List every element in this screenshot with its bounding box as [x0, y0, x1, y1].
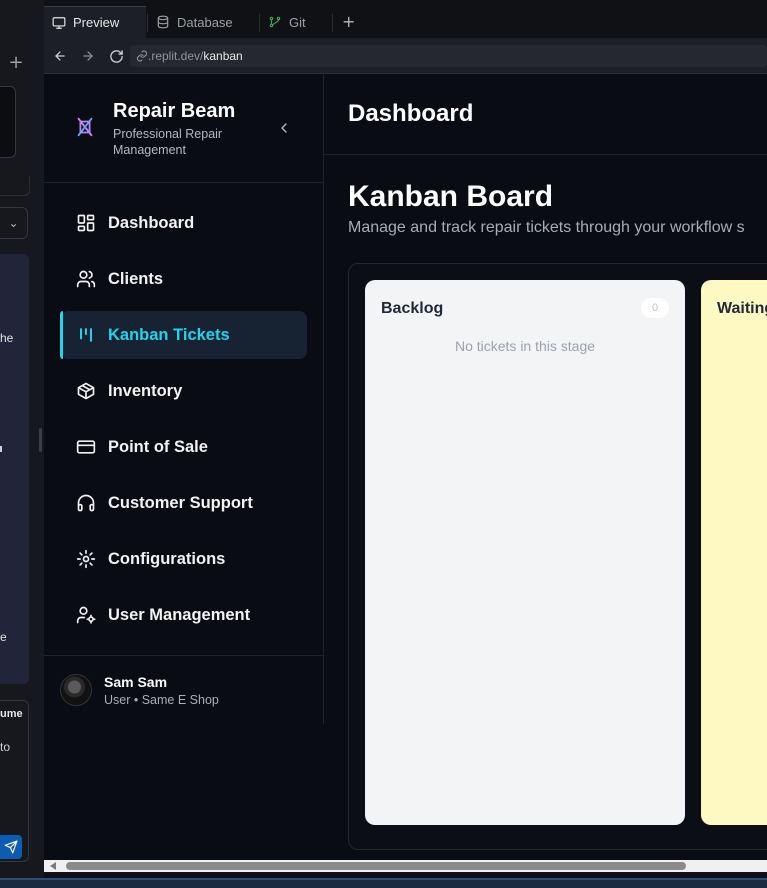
sidebar-item-label: User Management — [108, 605, 251, 624]
url-host: .replit.dev/ — [148, 49, 204, 63]
sidebar-item-kanban-tickets[interactable]: Kanban Tickets — [60, 311, 307, 359]
input-panel-title: ume — [0, 708, 23, 720]
tab-divider — [332, 14, 333, 32]
gear-icon — [76, 549, 96, 569]
user-cog-icon — [76, 606, 96, 624]
send-button[interactable] — [0, 835, 22, 859]
chat-text-fragment: e — [0, 630, 7, 644]
users-icon — [76, 270, 96, 288]
add-pane-button[interactable]: + — [4, 50, 28, 74]
brand-name: Repair Beam — [113, 100, 236, 122]
reload-icon — [109, 49, 123, 63]
column-title: Waiting — [717, 300, 767, 317]
sidebar-user-card[interactable]: Sam Sam User • Same E Shop — [44, 655, 323, 724]
arrow-left-icon — [55, 51, 65, 61]
user-role: User • Same E Shop — [104, 693, 219, 707]
main-header: Dashboard — [324, 74, 767, 155]
credit-card-icon — [76, 440, 96, 454]
headphones-icon — [77, 494, 95, 512]
forward-button[interactable] — [79, 47, 97, 65]
scroll-left-arrow-icon[interactable] — [50, 862, 56, 870]
chat-panel: he e — [0, 254, 29, 684]
scrollbar-thumb[interactable] — [66, 862, 686, 870]
chat-dot — [0, 446, 2, 452]
tab-git[interactable]: Git — [260, 6, 330, 38]
sidebar-item-label: Configurations — [108, 549, 226, 568]
sidebar-item-dashboard[interactable]: Dashboard — [60, 199, 307, 247]
monitor-icon — [52, 16, 66, 29]
sidebar-item-clients[interactable]: Clients — [60, 255, 307, 303]
app-window: Repair Beam Professional Repair Manageme… — [44, 74, 767, 860]
board-title: Kanban Board — [348, 180, 554, 213]
sidebar-item-label: Point of Sale — [108, 437, 208, 456]
page-title: Dashboard — [348, 100, 474, 127]
tab-preview[interactable]: Preview — [44, 6, 146, 38]
sidebar-item-label: Kanban Tickets — [108, 325, 230, 344]
input-panel-text: to — [0, 740, 11, 754]
database-icon — [157, 15, 169, 29]
chat-text-fragment: he — [0, 331, 14, 345]
column-empty-state: No tickets in this stage — [454, 338, 596, 354]
sidebar-item-point-of-sale[interactable]: Point of Sale — [60, 423, 307, 471]
avatar — [60, 674, 92, 706]
reload-button[interactable] — [107, 47, 125, 65]
tab-label: Git — [289, 14, 306, 30]
address-bar: .replit.dev/ kanban — [44, 38, 767, 74]
column-count-badge: 0 — [641, 298, 669, 318]
horizontal-scrollbar[interactable] — [44, 860, 767, 872]
sidebar-item-customer-support[interactable]: Customer Support — [60, 479, 307, 527]
kanban-column-waiting[interactable]: Waiting — [701, 280, 767, 825]
tab-database[interactable]: Database — [148, 6, 258, 38]
sidebar-item-label: Clients — [108, 269, 164, 288]
sidebar: Repair Beam Professional Repair Manageme… — [44, 74, 324, 724]
user-name: Sam Sam — [104, 674, 168, 690]
dashboard-icon — [77, 214, 95, 232]
kanban-board: Backlog 0 No tickets in this stage Waiti… — [348, 263, 767, 850]
sidebar-header: Repair Beam Professional Repair Manageme… — [44, 74, 323, 183]
main-content: Dashboard Kanban Board Manage and track … — [324, 74, 767, 860]
tab-label: Preview — [73, 15, 120, 30]
collapse-sidebar-chevron-left-icon[interactable] — [276, 120, 292, 136]
pane-frame — [0, 176, 30, 196]
tab-label: Database — [177, 14, 233, 30]
column-title: Backlog — [381, 300, 444, 317]
board-subtitle: Manage and track repair tickets through … — [348, 219, 745, 236]
sidebar-item-label: Inventory — [108, 381, 183, 400]
logo-icon — [77, 117, 93, 137]
pane-dropdown-chevron-icon[interactable]: ⌄ — [0, 207, 28, 239]
kanban-icon — [80, 328, 92, 342]
sidebar-item-configurations[interactable]: Configurations — [60, 535, 307, 583]
status-bar — [0, 878, 767, 888]
sidebar-item-inventory[interactable]: Inventory — [60, 367, 307, 415]
pane-resize-handle[interactable] — [39, 428, 42, 452]
pane-preview-box — [0, 86, 16, 158]
sidebar-item-label: Dashboard — [108, 213, 195, 232]
arrow-right-icon — [83, 51, 93, 61]
sidebar-item-label: Customer Support — [108, 493, 253, 512]
url-field[interactable]: .replit.dev/ kanban — [130, 45, 767, 67]
new-tab-button[interactable]: + — [342, 12, 355, 31]
sidebar-nav: Dashboard Clients Kanban Tickets Invento… — [60, 199, 307, 647]
git-branch-icon — [269, 16, 281, 28]
back-button[interactable] — [51, 47, 69, 65]
send-icon — [4, 840, 18, 854]
sidebar-item-user-management[interactable]: User Management — [60, 591, 307, 639]
workspace-side-pane: + ⌄ he e ume to — [0, 0, 44, 888]
link-icon — [136, 50, 148, 62]
url-path: kanban — [203, 49, 243, 63]
box-icon — [77, 382, 95, 400]
browser-tab-bar: Preview Database Git + — [44, 6, 767, 38]
brand-tagline: Professional Repair Management — [113, 127, 223, 157]
kanban-column-backlog[interactable]: Backlog 0 No tickets in this stage — [365, 280, 685, 825]
